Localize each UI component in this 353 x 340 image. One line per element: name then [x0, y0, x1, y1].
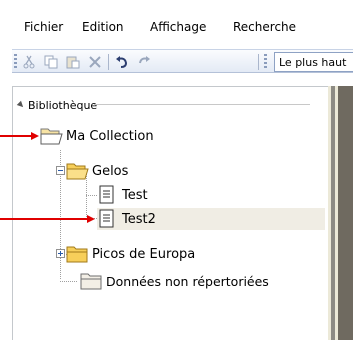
tree-item-ma-collection[interactable]: Ma Collection [40, 125, 154, 147]
content-pane-edge [328, 86, 353, 340]
redo-icon[interactable] [135, 53, 153, 71]
toolbar-separator [108, 54, 109, 70]
tree-item-label: Ma Collection [66, 128, 154, 144]
tree-root-label: Bibliothèque [28, 98, 98, 112]
annotation-arrow-line [0, 218, 88, 220]
divider [94, 104, 310, 105]
collapse-triangle-icon[interactable] [16, 100, 26, 110]
document-icon [99, 185, 114, 204]
folder-icon [80, 273, 102, 290]
toolbar-separator [258, 54, 259, 70]
annotation-arrow-line [0, 135, 32, 137]
tree-item-label: Test [122, 187, 148, 203]
menu-edition[interactable]: Edition [82, 20, 124, 34]
paste-icon[interactable] [64, 53, 82, 71]
tree-root[interactable]: Bibliothèque [16, 97, 98, 113]
folder-open-icon [40, 128, 63, 145]
document-icon [99, 209, 114, 228]
delete-icon[interactable] [86, 53, 104, 71]
tree-item-label: Données non répertoriées [106, 273, 269, 289]
sort-combo[interactable]: Le plus haut [274, 52, 353, 72]
tree-item-label: Picos de Europa [92, 246, 196, 262]
annotation-arrow-head-icon [87, 215, 95, 223]
tree-item-donnees-non-repertoriees[interactable]: Données non répertoriées [80, 270, 269, 292]
toolbar: Le plus haut [12, 49, 353, 73]
folder-open-icon [66, 163, 89, 180]
collapse-toggle[interactable] [56, 166, 65, 175]
toolbar-grip[interactable] [14, 54, 17, 70]
tree-item-picos-de-europa[interactable]: Picos de Europa [66, 243, 195, 265]
folder-icon [66, 246, 88, 263]
menu-bar: Fichier Edition Affichage Recherche [0, 0, 353, 45]
toolbar-grip[interactable] [264, 54, 267, 70]
menu-affichage[interactable]: Affichage [150, 20, 206, 34]
annotation-arrow-head-icon [31, 132, 39, 140]
tree-item-label: Gelos [92, 163, 129, 179]
splitter[interactable] [331, 86, 335, 340]
undo-icon[interactable] [113, 53, 131, 71]
tree-item-gelos[interactable]: Gelos [66, 160, 128, 182]
tree-item-test2[interactable]: Test2 [98, 208, 156, 230]
tree-item-test[interactable]: Test [98, 184, 148, 206]
copy-icon[interactable] [42, 53, 60, 71]
tree-line [60, 281, 78, 282]
content-pane [338, 86, 353, 340]
expand-toggle[interactable] [56, 249, 65, 258]
menu-fichier[interactable]: Fichier [24, 20, 63, 34]
tree-item-label: Test2 [122, 211, 156, 227]
cut-icon[interactable] [20, 53, 38, 71]
tree-line [86, 195, 98, 196]
menu-recherche[interactable]: Recherche [233, 20, 296, 34]
